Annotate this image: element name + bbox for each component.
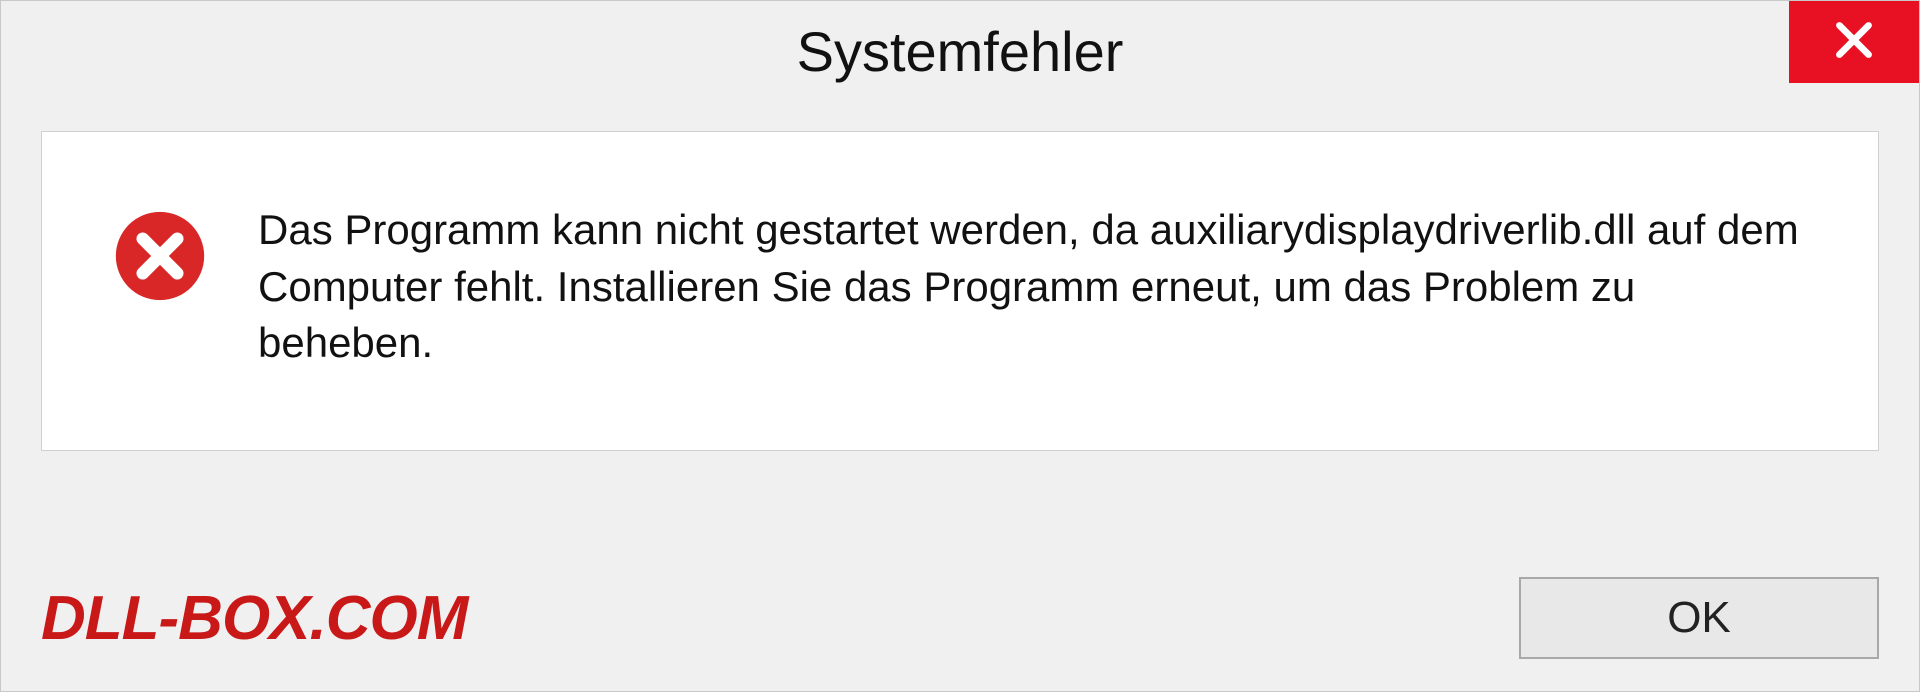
dialog-title: Systemfehler	[797, 19, 1124, 84]
ok-button[interactable]: OK	[1519, 577, 1879, 659]
close-button[interactable]	[1789, 1, 1919, 83]
close-icon	[1829, 15, 1879, 70]
error-circle-x-icon	[112, 208, 208, 304]
content-area: Das Programm kann nicht gestartet werden…	[41, 131, 1879, 451]
watermark-text: DLL-BOX.COM	[41, 583, 467, 654]
error-message: Das Programm kann nicht gestartet werden…	[258, 202, 1818, 372]
title-bar: Systemfehler	[1, 1, 1919, 101]
error-dialog: Systemfehler Das Programm kann nicht ges…	[0, 0, 1920, 692]
dialog-footer: DLL-BOX.COM OK	[1, 559, 1919, 691]
